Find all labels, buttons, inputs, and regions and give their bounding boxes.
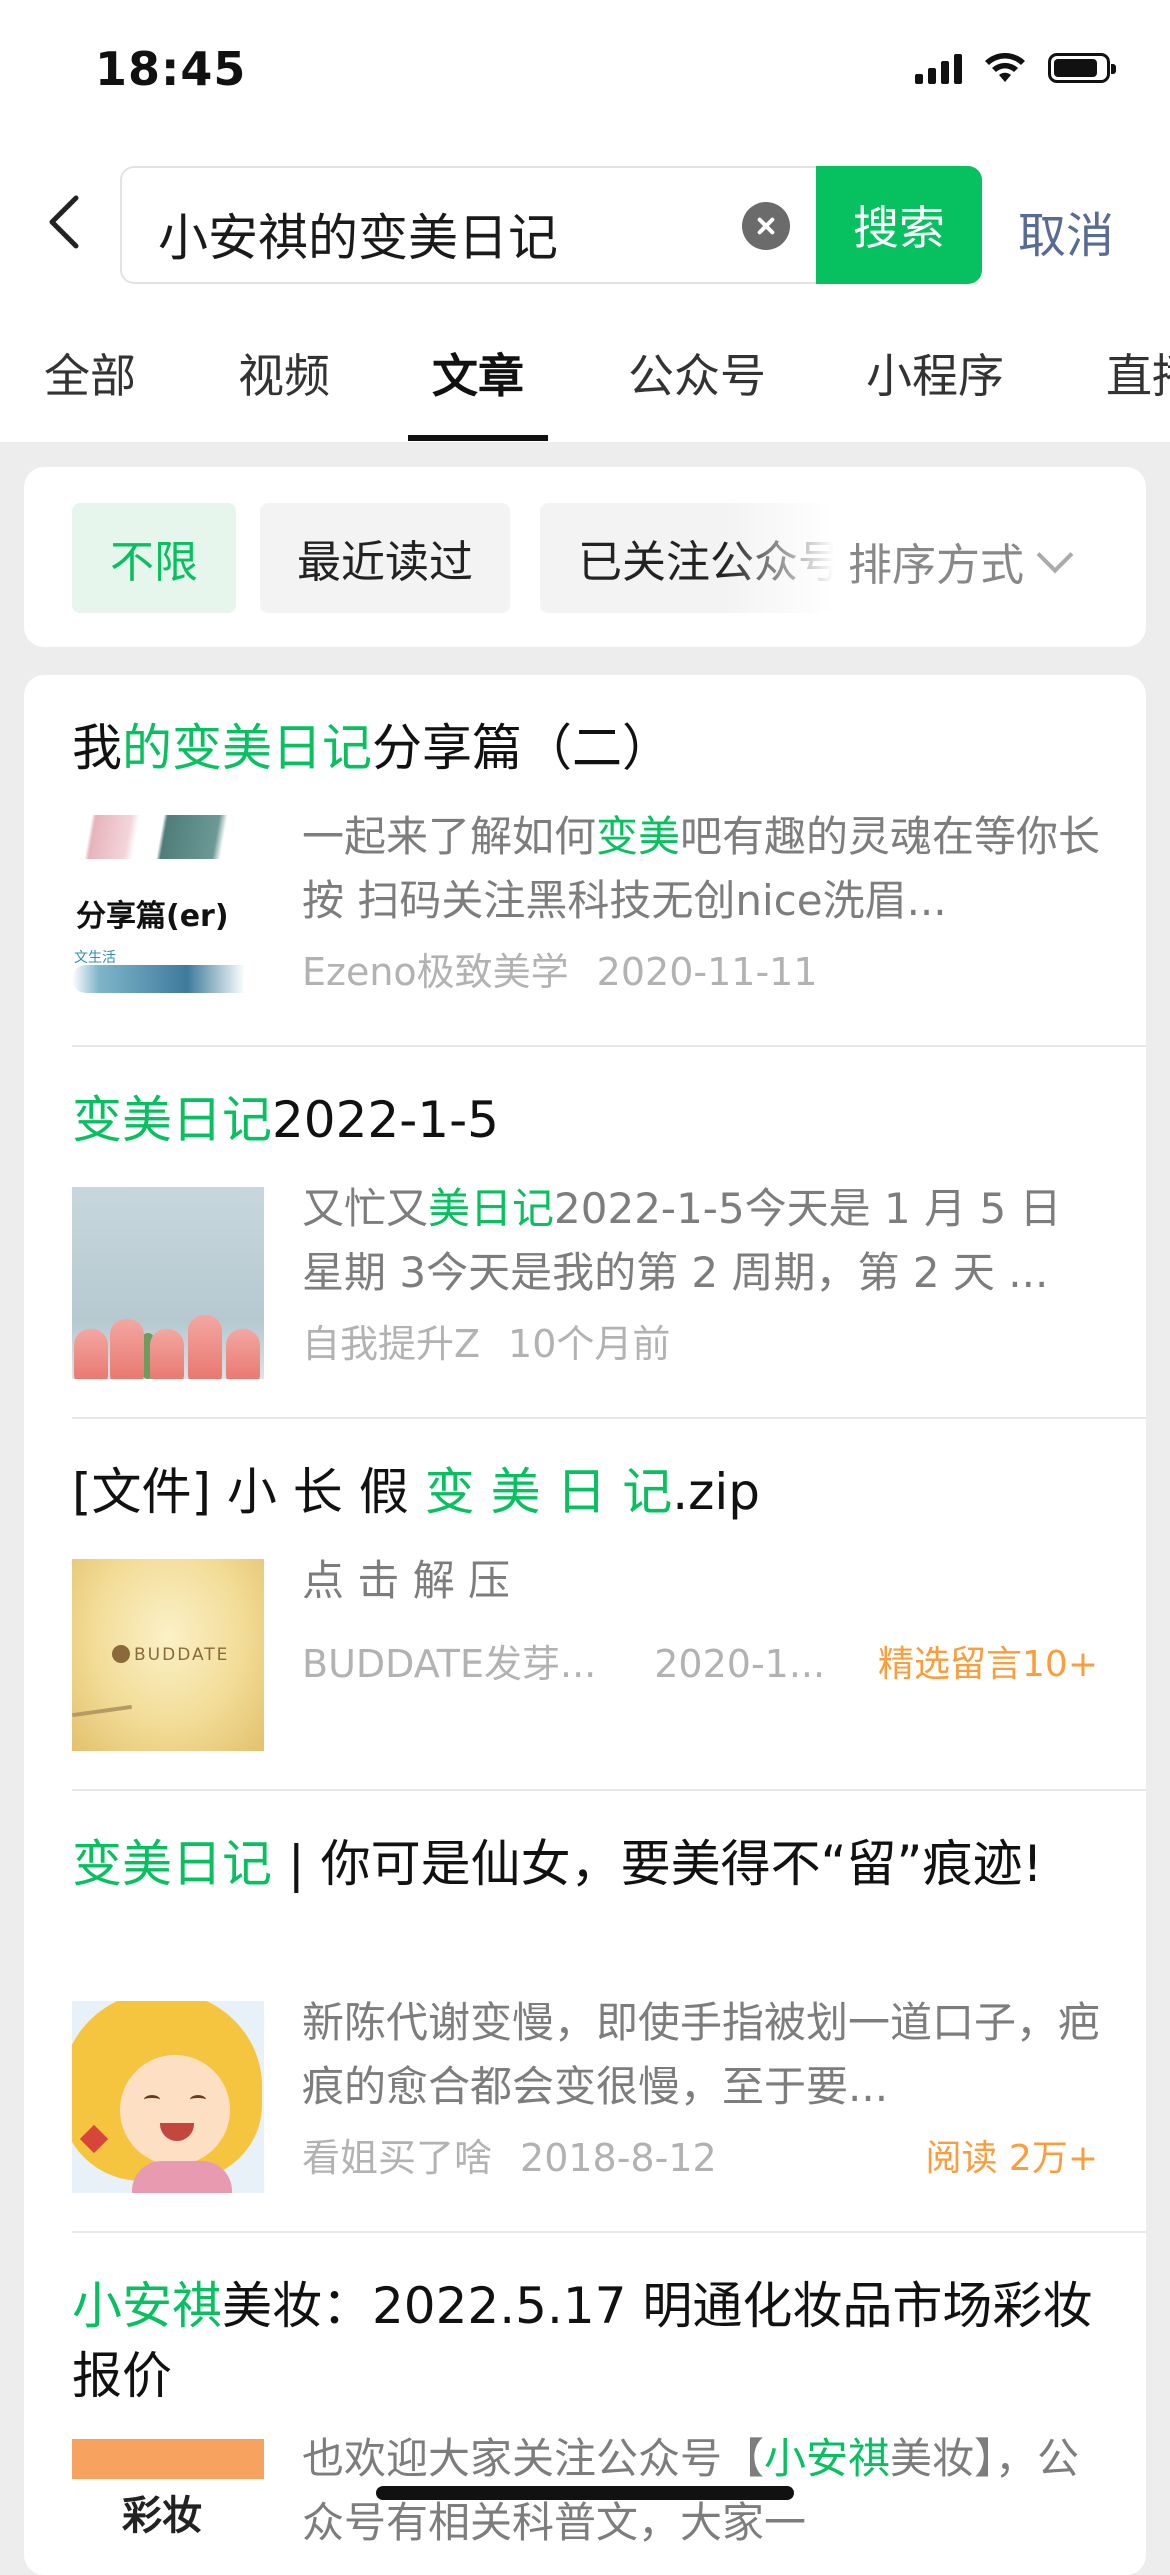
result-thumbnail: BUDDATE — [72, 1559, 264, 1751]
cellular-signal-icon — [915, 52, 962, 84]
sort-dropdown[interactable]: 排序方式 — [848, 529, 1074, 593]
result-thumbnail: 分享篇(er) 文生活 — [72, 815, 264, 1007]
read-count-badge: 阅读 2万+ — [925, 2138, 1098, 2179]
filter-chip-unlimited[interactable]: 不限 — [72, 503, 236, 613]
result-date: 10个月前 — [508, 1322, 671, 1366]
result-snippet: 一起来了解如何变美吧有趣的灵魂在等你长按 扫码关注黑科技无创nice洗眉... — [302, 812, 1101, 925]
result-date: 2020-1... — [654, 1642, 826, 1686]
list-item[interactable]: 变美日记 | 你可是仙女，要美得不“留”痕迹! 新陈代谢变慢，即使手指被划一道口… — [72, 1829, 1146, 2229]
result-title: 我的变美日记分享篇（二） — [72, 719, 672, 777]
category-tabs: 全部 视频 文章 公众号 小程序 直播 — [0, 295, 1170, 442]
list-item[interactable]: 变美日记2022-1-5 又忙又美日记2022-1-5今天是 1 月 5 日 星… — [72, 1085, 1146, 1415]
list-item[interactable]: 我的变美日记分享篇（二） 分享篇(er) 文生活 一起来了解如何变美吧有趣的灵魂… — [72, 713, 1146, 1043]
result-title: 变美日记2022-1-5 — [72, 1091, 499, 1149]
tab-video[interactable]: 视频 — [238, 340, 330, 406]
status-bar: 18:45 — [0, 0, 1170, 150]
result-meta: 自我提升Z 10个月前 — [302, 1313, 670, 1368]
status-icons — [915, 52, 1116, 84]
result-title: 小安祺美妆：2022.5.17 明通化妆品市场彩妆报价 — [72, 2277, 1093, 2405]
search-input[interactable]: 小安祺的变美日记 — [120, 166, 818, 284]
result-date: 2018-8-12 — [520, 2136, 717, 2180]
results-list: 我的变美日记分享篇（二） 分享篇(er) 文生活 一起来了解如何变美吧有趣的灵魂… — [24, 675, 1146, 2575]
wifi-icon — [985, 53, 1025, 82]
active-tab-indicator — [408, 435, 548, 441]
list-item[interactable]: 小安祺美妆：2022.5.17 明通化妆品市场彩妆报价 彩妆 也欢迎大家关注公众… — [72, 2271, 1146, 2575]
result-meta: BUDDATE发芽... 2020-1... — [302, 1633, 825, 1688]
result-title: 变美日记 | 你可是仙女，要美得不“留”痕迹! — [72, 1835, 1043, 1893]
filter-chip-recently-read[interactable]: 最近读过 — [260, 503, 510, 613]
tab-live[interactable]: 直播 — [1106, 340, 1170, 406]
result-thumbnail — [72, 1187, 264, 1379]
search-query-text[interactable]: 小安祺的变美日记 — [158, 198, 558, 270]
buddate-logo: BUDDATE — [134, 1645, 230, 1665]
tab-all[interactable]: 全部 — [44, 340, 136, 406]
cancel-button[interactable]: 取消 — [1018, 196, 1114, 266]
result-thumbnail: 彩妆 — [72, 2439, 264, 2575]
featured-comments-badge: 精选留言10+ — [878, 1644, 1098, 1685]
search-header: 小安祺的变美日记 搜索 取消 — [0, 150, 1170, 295]
result-thumbnail — [72, 2001, 264, 2193]
result-meta: Ezeno极致美学 2020-11-11 — [302, 941, 818, 996]
result-meta: 看姐买了啥 2018-8-12 — [302, 2127, 717, 2182]
result-snippet: 新陈代谢变慢，即使手指被划一道口子，疤痕的愈合都会变很慢，至于要... — [302, 1998, 1101, 2111]
home-indicator[interactable] — [376, 2486, 794, 2500]
clear-search-icon[interactable] — [742, 202, 790, 250]
result-snippet: 点 击 解 压 — [302, 1556, 511, 1605]
result-source: 看姐买了啥 — [302, 2136, 493, 2180]
chevron-down-icon — [1036, 536, 1074, 574]
tab-articles[interactable]: 文章 — [432, 340, 524, 406]
search-button[interactable]: 搜索 — [816, 166, 982, 284]
result-title: [文件] 小 长 假 变 美 日 记.zip — [72, 1463, 761, 1521]
sort-label: 排序方式 — [848, 540, 1024, 591]
result-source: 自我提升Z — [302, 1322, 481, 1366]
result-source: BUDDATE发芽... — [302, 1642, 597, 1686]
result-snippet: 又忙又美日记2022-1-5今天是 1 月 5 日 星期 3今天是我的第 2 周… — [302, 1184, 1062, 1297]
result-date: 2020-11-11 — [596, 950, 818, 994]
battery-icon — [1048, 53, 1116, 83]
list-item[interactable]: [文件] 小 长 假 变 美 日 记.zip BUDDATE 点 击 解 压 B… — [72, 1457, 1146, 1787]
back-arrow-icon[interactable] — [40, 192, 90, 252]
tab-mini-programs[interactable]: 小程序 — [866, 340, 1004, 406]
tab-official-accounts[interactable]: 公众号 — [628, 340, 766, 406]
filter-bar: 不限 最近读过 已关注公众号 排序方式 — [24, 467, 1146, 647]
result-source: Ezeno极致美学 — [302, 950, 569, 994]
status-time: 18:45 — [95, 42, 247, 96]
